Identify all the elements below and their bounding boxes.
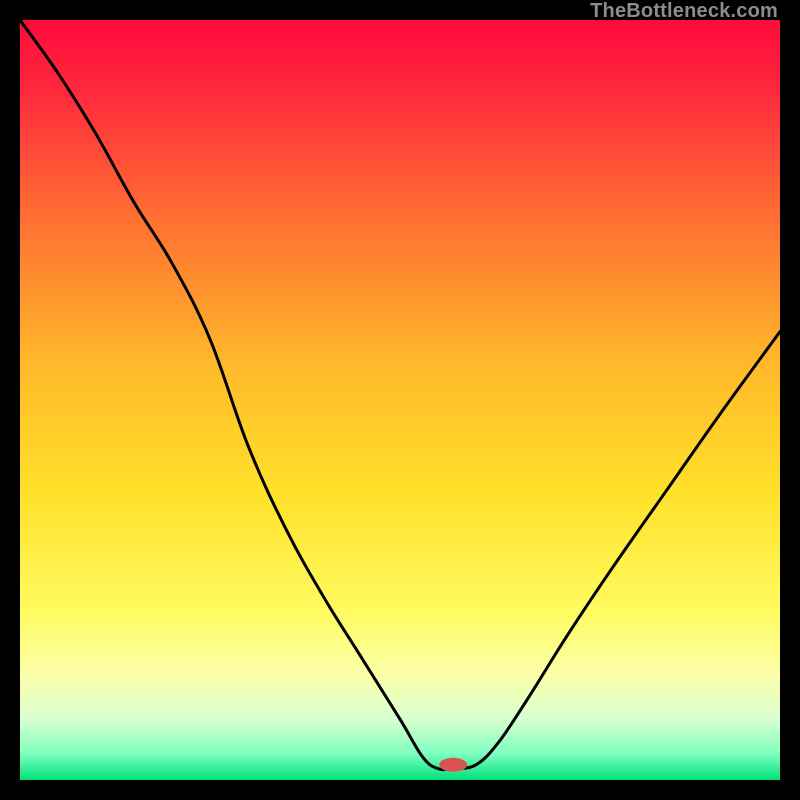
watermark-label: TheBottleneck.com	[590, 0, 778, 23]
plot-area	[20, 20, 780, 780]
chart-svg	[20, 20, 780, 780]
optimum-marker	[439, 758, 467, 772]
chart-frame	[20, 20, 780, 780]
gradient-background	[20, 20, 780, 780]
